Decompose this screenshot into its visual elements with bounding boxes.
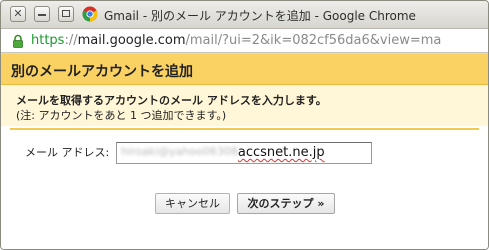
maximize-icon: [62, 10, 70, 17]
dialog-intro: メールを取得するアカウントのメール アドレスを入力します。 (注: アカウントを…: [1, 85, 488, 126]
note-text: (注: アカウントをあと 1 つ追加できます。): [16, 109, 227, 122]
dialog-title: 別のメールアカウントを追加: [11, 64, 193, 80]
chrome-logo-icon: [82, 6, 98, 22]
email-field[interactable]: hiroaki@yahoo06308accsnet.ne.jp: [116, 142, 372, 164]
url-separator: ://: [64, 33, 78, 48]
redacted-email-prefix: hiroaki@yahoo06308: [121, 145, 238, 158]
maximize-window-button[interactable]: [58, 6, 74, 22]
add-account-dialog: 別のメールアカウントを追加 メールを取得するアカウントのメール アドレスを入力し…: [1, 54, 488, 249]
title-bar: ✕ Gmail - 別のメール アカウントを追加 - Google Chrome: [1, 1, 488, 28]
email-label: メール アドレス:: [25, 146, 110, 159]
next-step-button[interactable]: 次のステップ »: [237, 193, 335, 214]
cancel-button[interactable]: キャンセル: [155, 193, 230, 214]
url-host: mail.google.com: [77, 33, 186, 48]
url-path: /mail/?ui=2&ik=082cf56da6&view=ma: [185, 33, 442, 48]
instruction-text: メールを取得するアカウントのメール アドレスを入力します。: [16, 94, 327, 107]
url-text[interactable]: https://mail.google.com/mail/?ui=2&ik=08…: [31, 33, 441, 48]
email-domain-text: accsnet.ne.jp: [237, 145, 325, 160]
lock-icon: [13, 34, 23, 48]
divider: [10, 128, 479, 130]
minimize-window-button[interactable]: [34, 6, 50, 22]
dialog-header: 別のメールアカウントを追加: [1, 54, 488, 85]
window-title: Gmail - 別のメール アカウントを追加 - Google Chrome: [104, 9, 416, 23]
browser-window: ✕ Gmail - 別のメール アカウントを追加 - Google Chrome…: [0, 0, 489, 250]
minimize-icon: [38, 14, 46, 16]
url-scheme: https: [31, 33, 65, 48]
close-window-button[interactable]: ✕: [10, 6, 26, 22]
address-bar[interactable]: https://mail.google.com/mail/?ui=2&ik=08…: [1, 28, 488, 53]
